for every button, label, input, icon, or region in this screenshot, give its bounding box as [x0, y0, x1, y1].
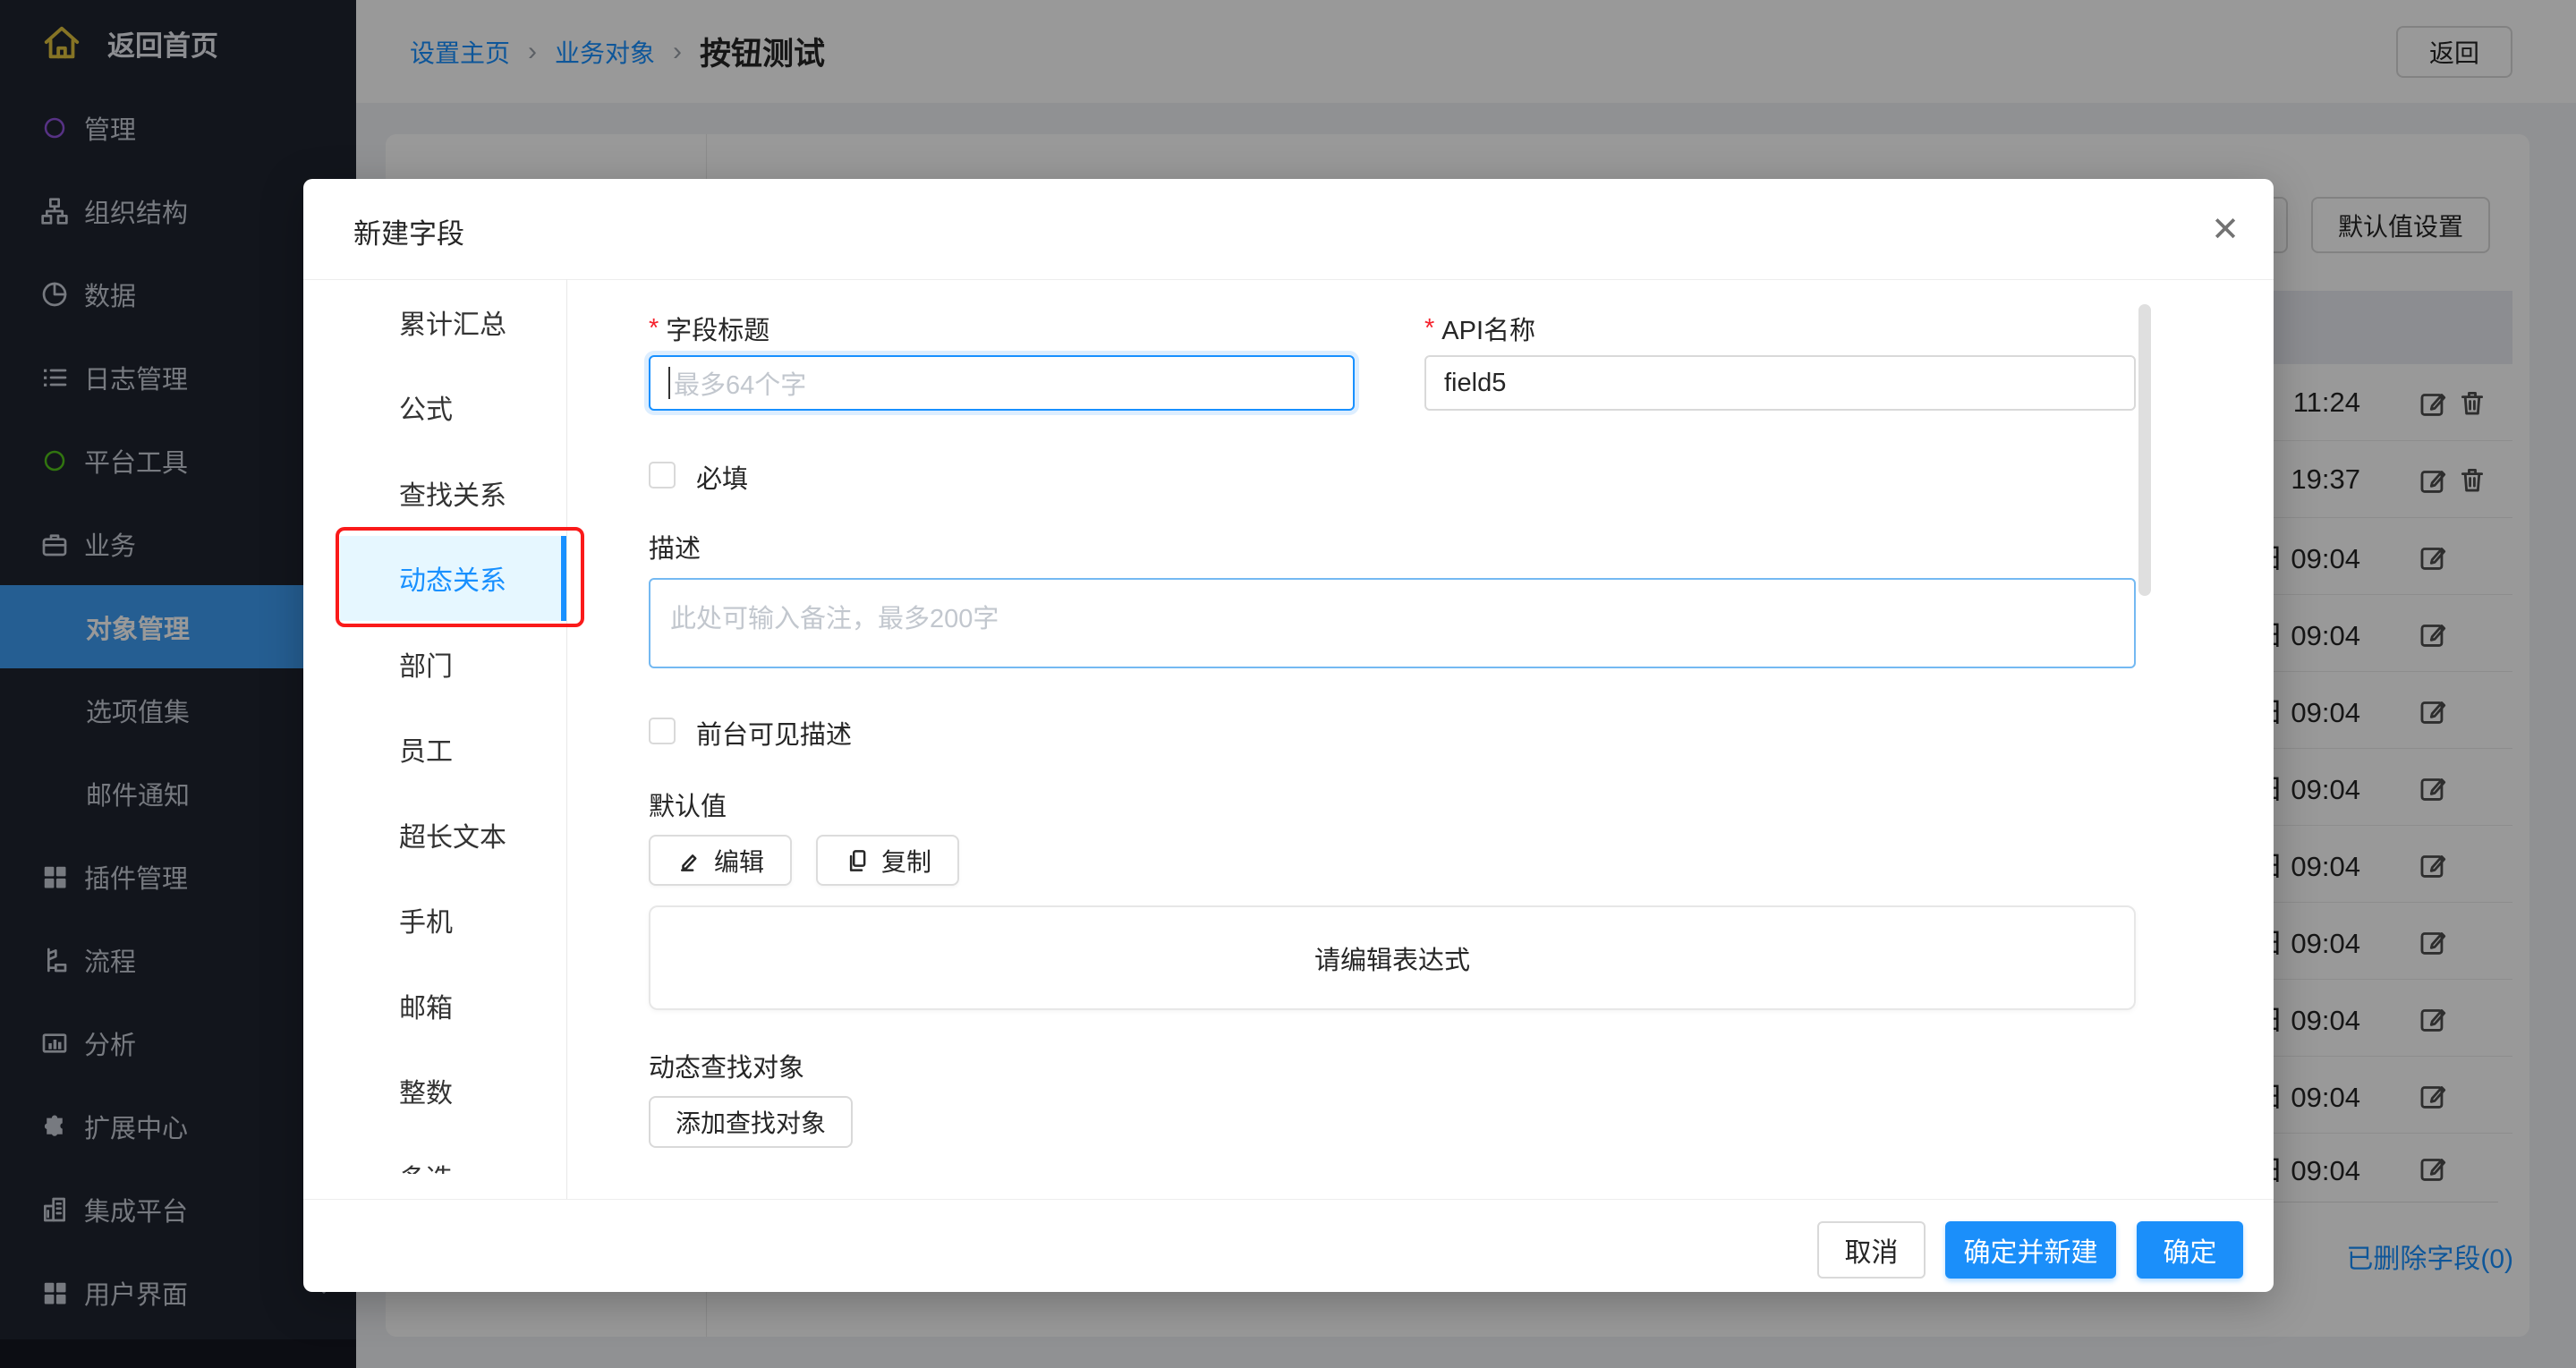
- modal-header-divider: [303, 279, 2274, 280]
- description-label: 描述: [649, 528, 701, 565]
- edit-expression-button[interactable]: 编辑: [649, 835, 792, 886]
- expression-editor-box[interactable]: 请编辑表达式: [649, 905, 2136, 1010]
- app-root: 返回首页 管理 组织结构 数据 日志管理 平台工具: [0, 0, 2576, 1368]
- modal-title: 新建字段: [353, 211, 464, 251]
- modal-scrollbar[interactable]: [2138, 304, 2151, 596]
- nav-item-employee[interactable]: 员工: [303, 707, 566, 793]
- add-lookup-object-button[interactable]: 添加查找对象: [649, 1096, 853, 1148]
- nav-item-lookup-relation[interactable]: 查找关系: [303, 450, 566, 536]
- field-title-input[interactable]: 最多64个字: [649, 355, 1355, 411]
- dynamic-lookup-label: 动态查找对象: [649, 1047, 804, 1084]
- api-name-input[interactable]: field5: [1424, 355, 2136, 411]
- cancel-button[interactable]: 取消: [1817, 1221, 1926, 1279]
- confirm-button[interactable]: 确定: [2137, 1221, 2243, 1279]
- pencil-icon: [676, 847, 703, 874]
- required-asterisk: *: [649, 314, 659, 344]
- nav-item-department[interactable]: 部门: [303, 621, 566, 707]
- front-visible-label: 前台可见描述: [696, 714, 852, 752]
- expression-placeholder: 请编辑表达式: [1314, 939, 1470, 977]
- default-value-label: 默认值: [649, 786, 727, 823]
- close-icon[interactable]: ✕: [2198, 202, 2252, 256]
- nav-item-multi-select[interactable]: 多选: [303, 1134, 566, 1174]
- nav-item-long-text[interactable]: 超长文本: [303, 792, 566, 878]
- field-type-nav: 累计汇总 公式 查找关系 动态关系 部门 员工 超长文本 手机 邮箱 整数 多选: [303, 279, 566, 1174]
- confirm-and-new-button[interactable]: 确定并新建: [1945, 1221, 2116, 1279]
- nav-item-phone[interactable]: 手机: [303, 878, 566, 964]
- modal-nav-divider: [566, 279, 567, 1199]
- required-checkbox-label: 必填: [696, 458, 748, 496]
- required-checkbox[interactable]: [649, 462, 676, 489]
- text-cursor: [668, 367, 670, 399]
- nav-item-formula[interactable]: 公式: [303, 365, 566, 451]
- required-asterisk: *: [1424, 314, 1434, 344]
- nav-item-email[interactable]: 邮箱: [303, 963, 566, 1049]
- description-textarea[interactable]: 此处可输入备注，最多200字: [649, 578, 2136, 668]
- api-name-value: field5: [1444, 369, 1506, 398]
- new-field-modal: 新建字段 ✕ 累计汇总 公式 查找关系 动态关系 部门 员工 超长文本 手机 邮…: [303, 179, 2274, 1292]
- copy-icon: [844, 847, 871, 874]
- copy-expression-button[interactable]: 复制: [816, 835, 959, 886]
- api-name-label: * API名称: [1424, 310, 1535, 347]
- front-visible-checkbox[interactable]: [649, 718, 676, 744]
- nav-item-rollup-summary[interactable]: 累计汇总: [303, 279, 566, 365]
- field-title-label: * 字段标题: [649, 310, 769, 347]
- description-placeholder: 此处可输入备注，最多200字: [670, 605, 999, 633]
- modal-footer-divider: [303, 1199, 2274, 1200]
- nav-item-integer[interactable]: 整数: [303, 1049, 566, 1134]
- nav-item-dynamic-relation[interactable]: 动态关系: [340, 536, 566, 622]
- field-title-placeholder: 最多64个字: [674, 364, 806, 402]
